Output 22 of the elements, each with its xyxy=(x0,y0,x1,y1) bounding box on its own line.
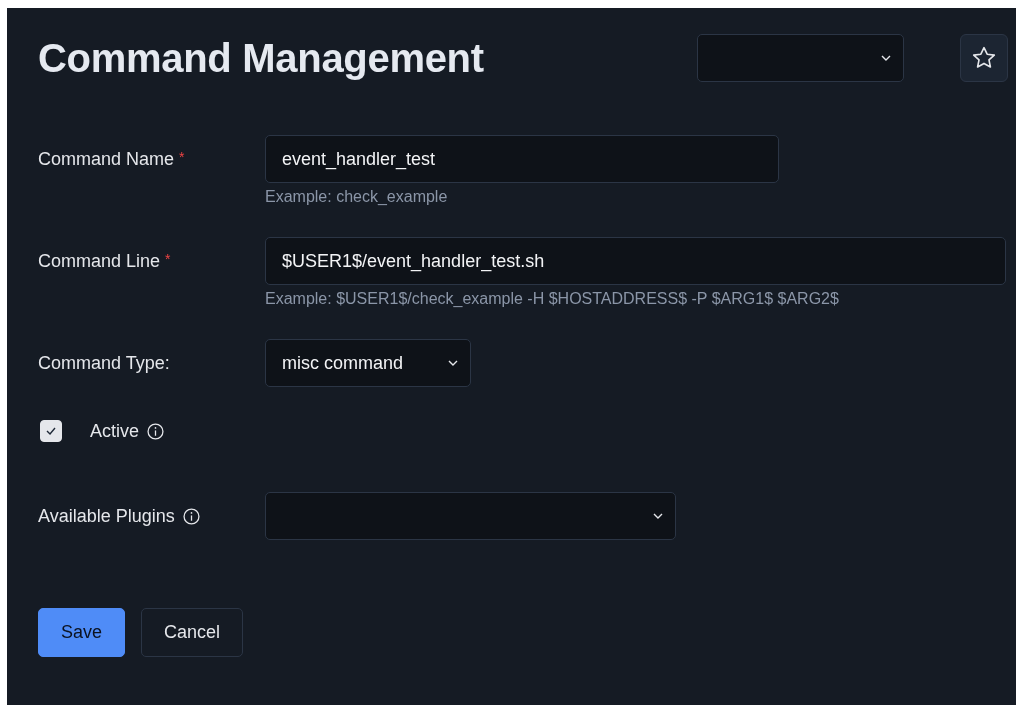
field-label: Command Type: xyxy=(38,352,170,374)
cancel-button[interactable]: Cancel xyxy=(141,608,244,657)
checkbox[interactable] xyxy=(40,420,62,442)
favorite-button[interactable] xyxy=(960,34,1008,82)
field-label: Available Plugins xyxy=(38,505,175,527)
field-label: Active xyxy=(90,420,140,442)
input-field[interactable]: $USER1$/event_handler_test.sh xyxy=(265,237,1006,285)
save-button[interactable]: Save xyxy=(38,608,126,657)
field-label: Command Line xyxy=(38,250,161,272)
chevron-down-icon xyxy=(448,360,458,366)
hint-text: Example: $USER1$/check_example -H $HOSTADDRESS$ -P $ARG1$ $ARG2$ xyxy=(265,290,840,309)
star-icon xyxy=(971,45,997,71)
chevron-down-icon xyxy=(881,55,891,61)
page-title: Command Management xyxy=(38,35,485,81)
required-mark: * xyxy=(179,149,185,165)
hint-text: Example: check_example xyxy=(265,188,449,207)
chevron-down-icon xyxy=(653,513,663,519)
dropdown[interactable]: misc command xyxy=(265,339,471,387)
check-icon xyxy=(46,427,56,435)
required-mark: * xyxy=(165,251,171,267)
field-label: Command Name xyxy=(38,148,175,170)
input-field[interactable]: event_handler_test xyxy=(265,135,779,183)
